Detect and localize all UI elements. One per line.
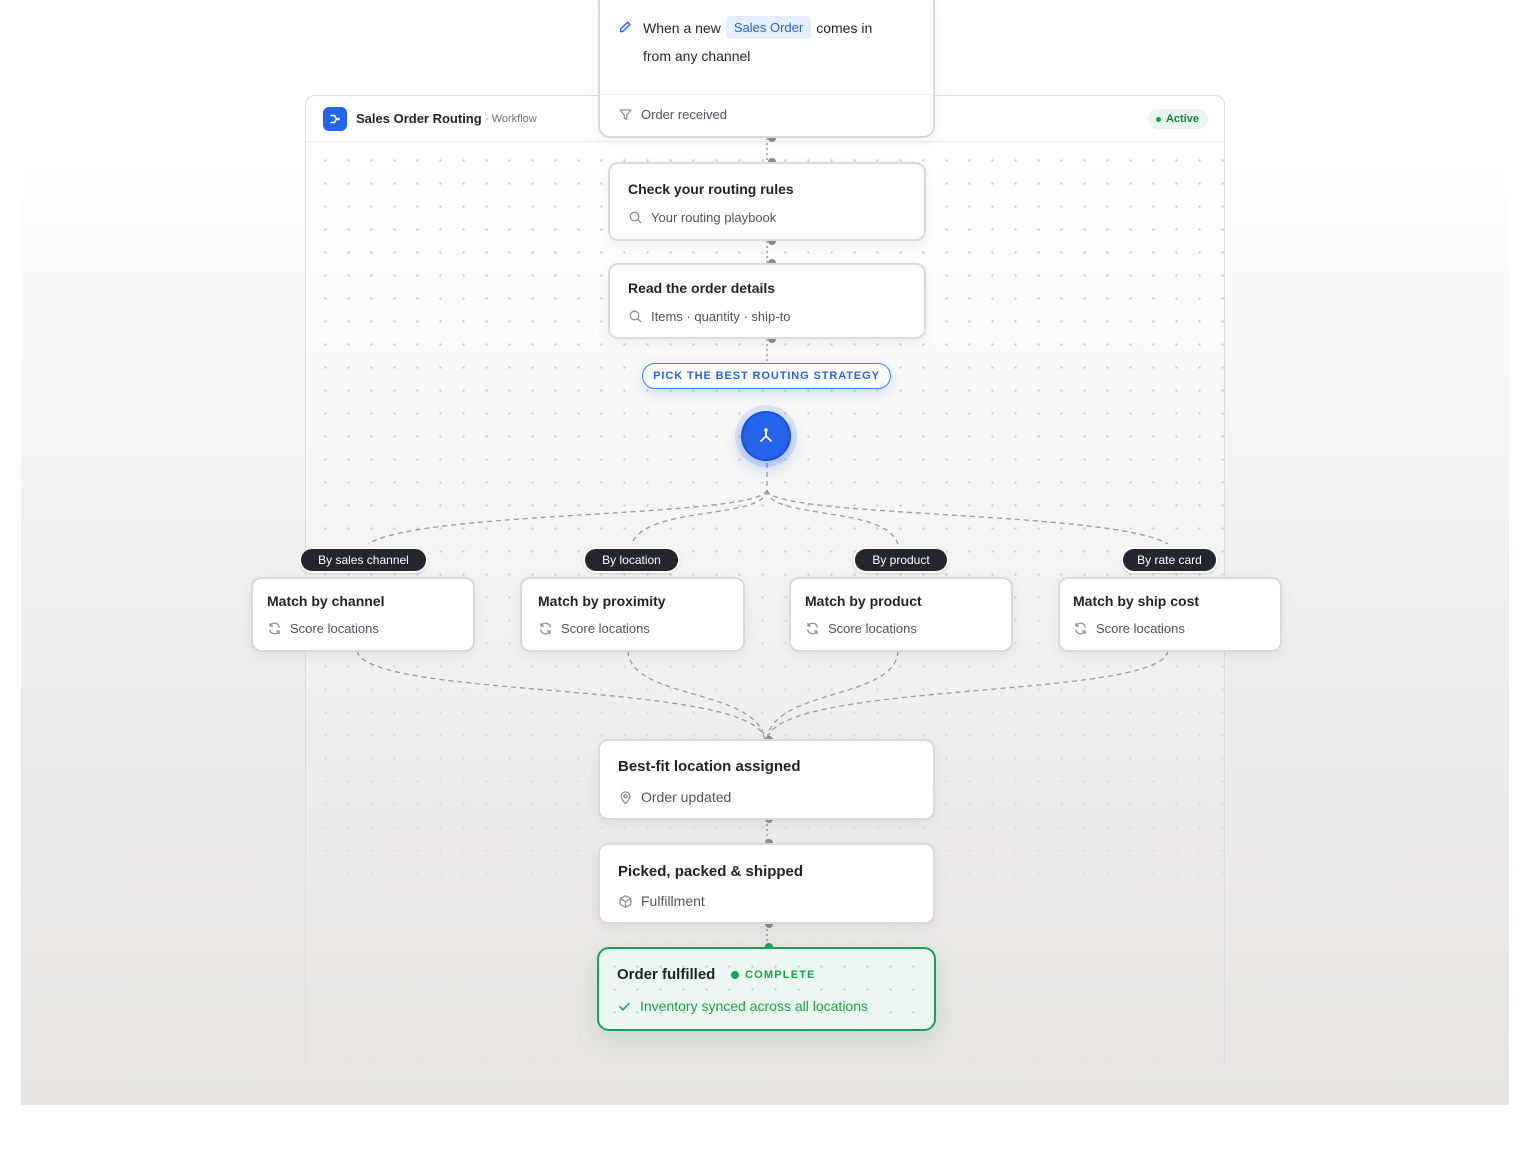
- branch-title: Match by ship cost: [1073, 593, 1200, 609]
- branch-tag-rate-card[interactable]: By rate card: [1121, 547, 1218, 573]
- trigger-sentence: When a new Sales Order comes in: [643, 16, 872, 39]
- branch-title: Match by channel: [267, 593, 385, 609]
- trigger-suffix: comes in: [816, 19, 873, 36]
- branch-card-product[interactable]: Match by product Score locations: [789, 577, 1013, 652]
- refresh-icon: [1073, 621, 1088, 636]
- final-title: Order fulfilled: [617, 966, 716, 983]
- branch-subtitle: Score locations: [561, 621, 650, 636]
- branch-tag-location[interactable]: By location: [583, 547, 680, 573]
- filter-icon: [618, 107, 633, 122]
- step-read-order-details[interactable]: Read the order details Items · quantity …: [608, 263, 926, 339]
- pencil-icon[interactable]: [618, 20, 632, 34]
- outcome-subtitle-row: Order updated: [618, 789, 731, 805]
- strategy-label: PICK THE BEST ROUTING STRATEGY: [642, 363, 891, 389]
- entity-chip[interactable]: Sales Order: [725, 16, 812, 39]
- trigger-card[interactable]: When a new Sales Order comes in from any…: [598, 0, 935, 138]
- trigger-event-label: Order received: [641, 107, 727, 122]
- branch-tag-product[interactable]: By product: [853, 547, 949, 573]
- refresh-icon: [805, 621, 820, 636]
- outcome-subtitle: Order updated: [641, 789, 732, 805]
- step-title: Check your routing rules: [628, 181, 794, 197]
- branch-subtitle-row: Score locations: [267, 621, 379, 636]
- refresh-icon: [267, 621, 282, 636]
- search-icon: [628, 309, 643, 324]
- branch-subtitle-row: Score locations: [1073, 621, 1185, 636]
- step-subtitle: Your routing playbook: [651, 210, 777, 225]
- outcome-picked-packed-shipped[interactable]: Picked, packed & shipped Fulfillment: [598, 843, 935, 924]
- branch-subtitle-row: Score locations: [538, 621, 650, 636]
- branch-subtitle: Score locations: [828, 621, 917, 636]
- final-order-fulfilled-card[interactable]: Order fulfilled COMPLETE Inventory synce…: [597, 947, 936, 1031]
- complete-badge: COMPLETE: [731, 969, 816, 981]
- complete-dot-icon: [731, 971, 739, 979]
- complete-card-dot-grid: [599, 949, 934, 1029]
- check-icon: [617, 999, 632, 1014]
- branch-tag-sales-channel[interactable]: By sales channel: [299, 547, 428, 573]
- outcome-subtitle-row: Fulfillment: [618, 893, 705, 909]
- branch-card-channel[interactable]: Match by channel Score locations: [251, 577, 475, 652]
- outcome-location-assigned[interactable]: Best-fit location assigned Order updated: [598, 739, 935, 820]
- refresh-icon: [538, 621, 553, 636]
- step-subtitle: Items · quantity · ship-to: [651, 309, 791, 324]
- outcome-title: Picked, packed & shipped: [618, 863, 804, 880]
- trigger-event: Order received: [618, 107, 727, 122]
- branch-title: Match by product: [805, 593, 922, 609]
- step-title: Read the order details: [628, 280, 776, 296]
- map-pin-icon: [618, 790, 633, 805]
- final-subtitle-row: Inventory synced across all locations: [617, 998, 868, 1014]
- step-subtitle-row: Items · quantity · ship-to: [628, 309, 790, 324]
- box-icon: [618, 894, 633, 909]
- step-subtitle-row: Your routing playbook: [628, 210, 776, 225]
- final-subtitle: Inventory synced across all locations: [640, 998, 868, 1014]
- branch-card-ship-cost[interactable]: Match by ship cost Score locations: [1058, 577, 1282, 652]
- split-icon: [756, 426, 776, 446]
- search-icon: [628, 210, 643, 225]
- trigger-prefix: When a new: [643, 19, 721, 36]
- outcome-title: Best-fit location assigned: [618, 758, 801, 775]
- router-node[interactable]: [741, 411, 791, 461]
- complete-badge-label: COMPLETE: [745, 969, 816, 981]
- trigger-divider: [600, 94, 933, 95]
- trigger-line-2: from any channel: [643, 48, 751, 64]
- branch-title: Match by proximity: [538, 593, 666, 609]
- step-check-routing-rules[interactable]: Check your routing rules Your routing pl…: [608, 162, 926, 241]
- branch-subtitle-row: Score locations: [805, 621, 917, 636]
- branch-subtitle: Score locations: [290, 621, 379, 636]
- outcome-subtitle: Fulfillment: [641, 893, 705, 909]
- branch-card-proximity[interactable]: Match by proximity Score locations: [520, 577, 745, 652]
- branch-subtitle: Score locations: [1096, 621, 1185, 636]
